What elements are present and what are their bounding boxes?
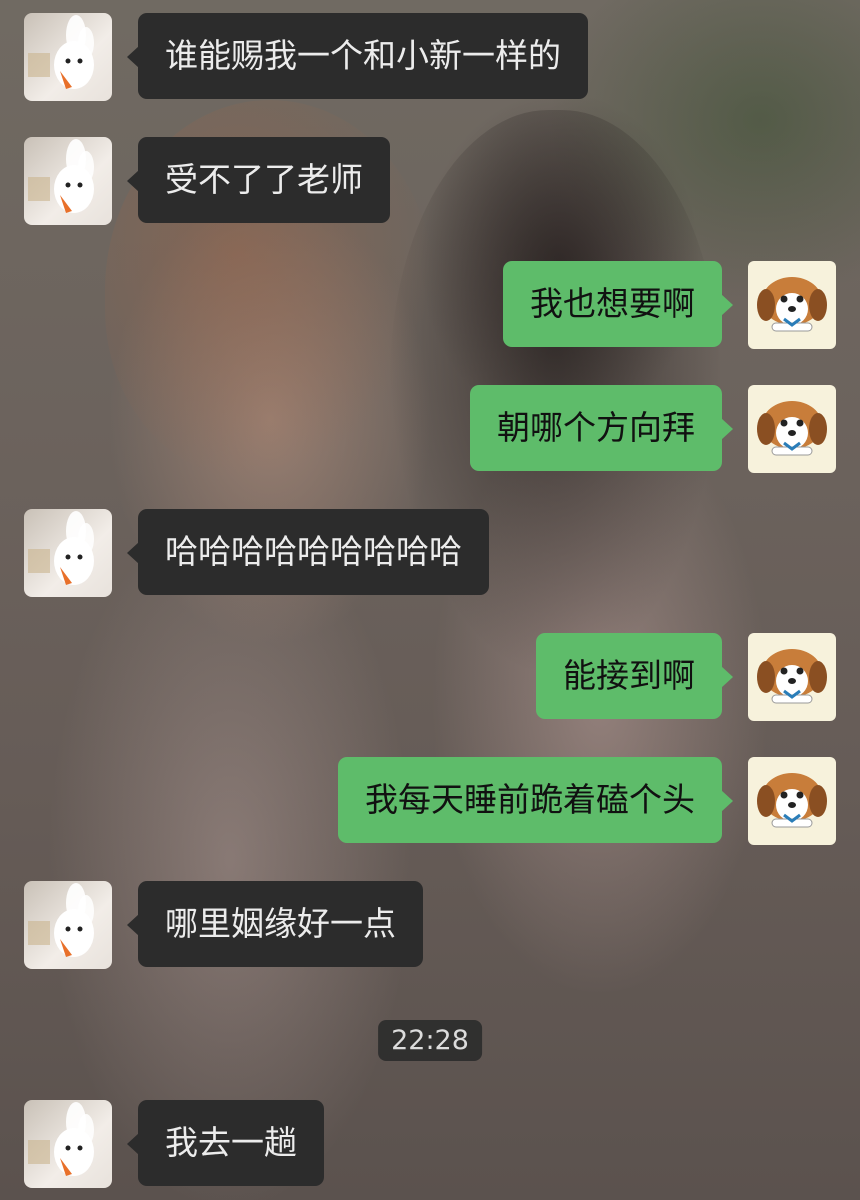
incoming-message-bubble[interactable]: 我去一趟 bbox=[127, 1100, 324, 1186]
message-row: 哪里姻缘好一点 bbox=[24, 881, 423, 969]
message-row: 受不了了老师 bbox=[24, 137, 390, 225]
rabbit-avatar-icon[interactable] bbox=[24, 1100, 112, 1188]
message-row: 我也想要啊 bbox=[503, 261, 836, 349]
dog-avatar-icon[interactable] bbox=[748, 633, 836, 721]
message-row: 我去一趟 bbox=[24, 1100, 324, 1188]
incoming-message-bubble[interactable]: 哈哈哈哈哈哈哈哈哈 bbox=[127, 509, 489, 595]
incoming-message-bubble[interactable]: 受不了了老师 bbox=[127, 137, 390, 223]
message-row: 我每天睡前跪着磕个头 bbox=[338, 757, 836, 845]
dog-avatar-icon[interactable] bbox=[748, 757, 836, 845]
outgoing-message-bubble[interactable]: 我也想要啊 bbox=[503, 261, 733, 347]
outgoing-message-bubble[interactable]: 朝哪个方向拜 bbox=[470, 385, 733, 471]
outgoing-message-bubble[interactable]: 我每天睡前跪着磕个头 bbox=[338, 757, 733, 843]
message-row: 哈哈哈哈哈哈哈哈哈 bbox=[24, 509, 489, 597]
message-row: 谁能赐我一个和小新一样的 bbox=[24, 13, 588, 101]
chat-timestamp: 22:28 bbox=[378, 1020, 482, 1061]
dog-avatar-icon[interactable] bbox=[748, 385, 836, 473]
rabbit-avatar-icon[interactable] bbox=[24, 881, 112, 969]
rabbit-avatar-icon[interactable] bbox=[24, 137, 112, 225]
rabbit-avatar-icon[interactable] bbox=[24, 509, 112, 597]
incoming-message-bubble[interactable]: 哪里姻缘好一点 bbox=[127, 881, 423, 967]
outgoing-message-bubble[interactable]: 能接到啊 bbox=[536, 633, 733, 719]
message-row: 能接到啊 bbox=[536, 633, 836, 721]
message-row: 朝哪个方向拜 bbox=[470, 385, 836, 473]
rabbit-avatar-icon[interactable] bbox=[24, 13, 112, 101]
dog-avatar-icon[interactable] bbox=[748, 261, 836, 349]
incoming-message-bubble[interactable]: 谁能赐我一个和小新一样的 bbox=[127, 13, 588, 99]
